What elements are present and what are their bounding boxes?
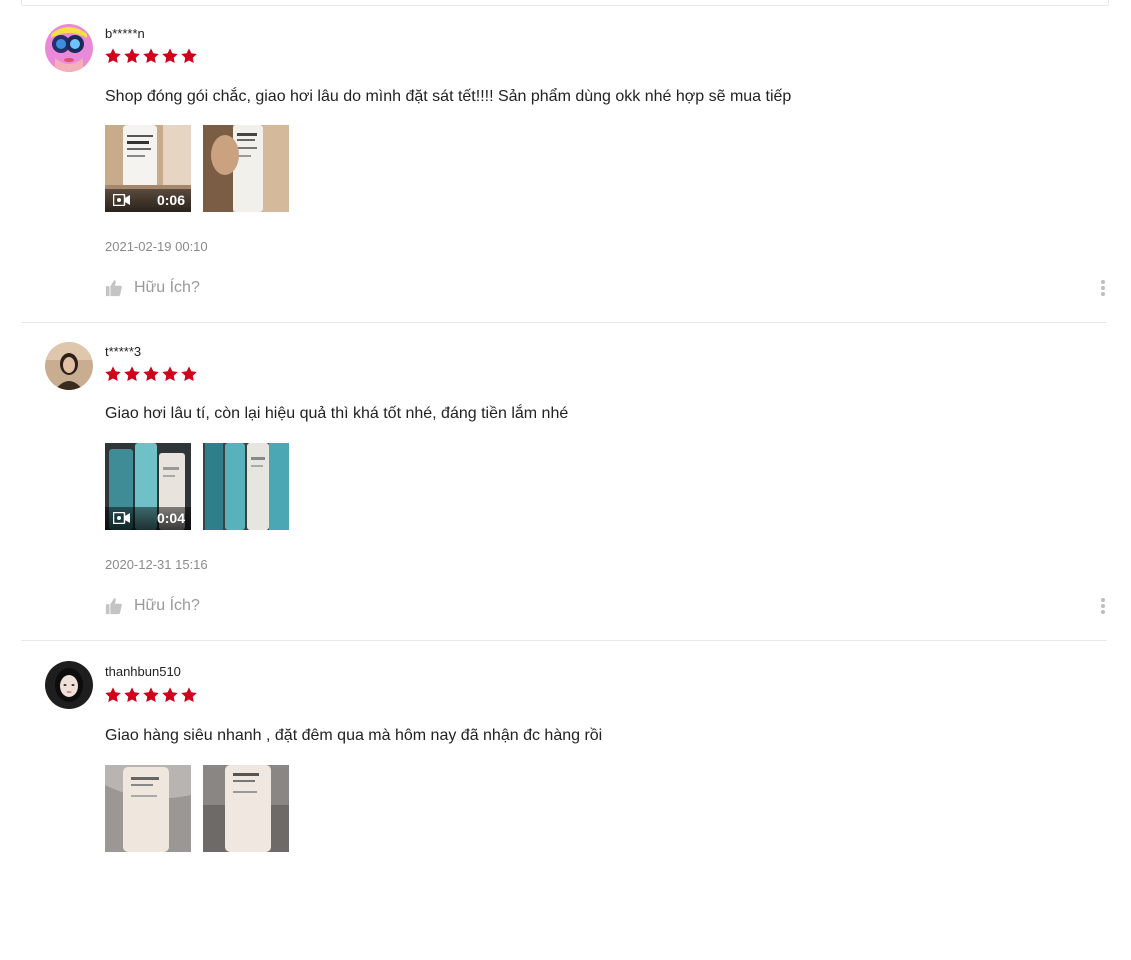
reviewer-username: thanhbun510 [105, 664, 181, 679]
star-icon [143, 366, 159, 382]
star-icon [162, 366, 178, 382]
video-camera-icon [113, 194, 130, 206]
avatar[interactable] [45, 661, 93, 709]
star-icon [181, 366, 197, 382]
helpful-label: Hữu Ích? [134, 597, 200, 614]
star-icon [124, 366, 140, 382]
more-options-button[interactable] [1099, 596, 1107, 618]
video-overlay: 0:04 [105, 507, 191, 530]
reviewer-username: b*****n [105, 26, 145, 41]
thumbs-up-icon [105, 280, 122, 297]
star-rating [104, 365, 198, 383]
reviewer-username: t*****3 [105, 344, 142, 359]
star-icon [181, 48, 197, 64]
star-icon [162, 48, 178, 64]
star-rating [104, 686, 198, 704]
video-overlay: 0:06 [105, 189, 191, 212]
helpful-button[interactable]: Hữu Ích? [105, 279, 200, 297]
review-item: t*****3 Giao hơi lâu tí, còn lại hiệu qu… [21, 323, 1107, 641]
review-timestamp: 2020-12-31 15:16 [105, 557, 208, 572]
review-image-thumbnail[interactable] [203, 765, 289, 852]
star-icon [105, 48, 121, 64]
review-video-thumbnail[interactable]: 0:06 [105, 125, 191, 212]
helpful-button[interactable]: Hữu Ích? [105, 597, 200, 615]
star-icon [105, 366, 121, 382]
helpful-label: Hữu Ích? [134, 279, 200, 296]
review-item: b*****n Shop đóng gói chắc, giao hơi lâu… [21, 5, 1107, 323]
star-icon [124, 687, 140, 703]
review-image-thumbnail[interactable] [203, 443, 289, 530]
video-duration: 0:06 [156, 192, 185, 208]
review-media: 0:06 [105, 125, 289, 212]
star-icon [181, 687, 197, 703]
star-icon [143, 687, 159, 703]
star-icon [124, 48, 140, 64]
video-duration: 0:04 [156, 510, 185, 526]
avatar[interactable] [45, 24, 93, 72]
review-timestamp: 2021-02-19 00:10 [105, 239, 208, 254]
review-comment: Giao hàng siêu nhanh , đặt đêm qua mà hô… [105, 727, 603, 744]
review-item: thanhbun510 Giao hàng siêu nhanh , đặt đ… [21, 642, 1107, 960]
review-media: 0:04 [105, 443, 289, 530]
more-vertical-icon [1099, 280, 1107, 296]
star-icon [105, 687, 121, 703]
review-video-thumbnail[interactable]: 0:04 [105, 443, 191, 530]
video-camera-icon [113, 512, 130, 524]
star-icon [143, 48, 159, 64]
star-rating [104, 47, 198, 65]
review-media [105, 765, 289, 852]
review-image-thumbnail[interactable] [203, 125, 289, 212]
avatar[interactable] [45, 342, 93, 390]
thumbs-up-icon [105, 598, 122, 615]
star-icon [162, 687, 178, 703]
more-vertical-icon [1099, 598, 1107, 614]
review-video-thumbnail[interactable] [105, 765, 191, 852]
review-comment: Shop đóng gói chắc, giao hơi lâu do mình… [105, 88, 792, 105]
more-options-button[interactable] [1099, 278, 1107, 300]
review-comment: Giao hơi lâu tí, còn lại hiệu quả thì kh… [105, 405, 569, 422]
